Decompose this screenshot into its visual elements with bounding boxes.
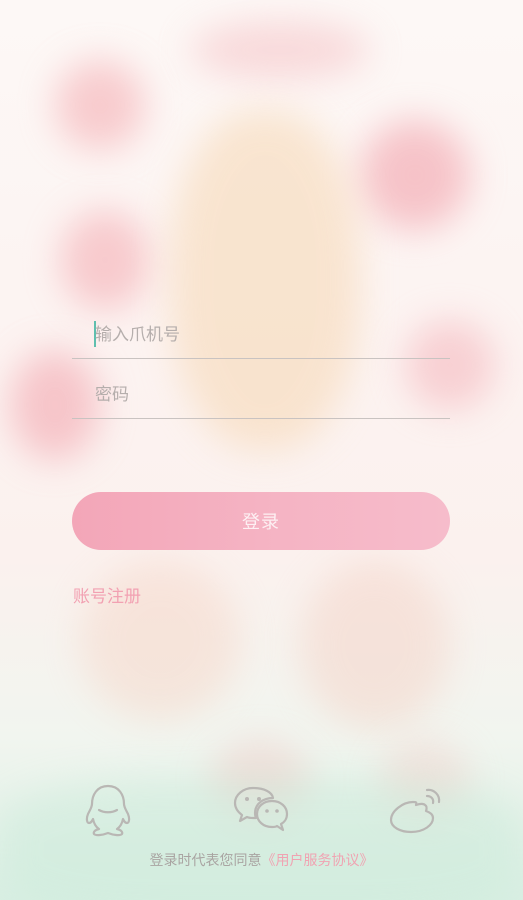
background-blob — [360, 120, 470, 230]
background-blob — [300, 560, 450, 730]
phone-field — [72, 314, 450, 359]
register-link[interactable]: 账号注册 — [73, 582, 141, 607]
blurred-background — [0, 0, 523, 900]
agreement-prefix: 登录时代表您同意 — [149, 853, 262, 869]
password-input[interactable] — [95, 374, 435, 416]
agreement-text: 登录时代表您同意《用户服务协议》 — [0, 850, 523, 870]
phone-input[interactable] — [95, 314, 435, 356]
login-button[interactable]: 登录 — [72, 492, 450, 550]
user-agreement-link[interactable]: 《用户服务协议》 — [262, 853, 374, 869]
qq-login-button[interactable] — [78, 780, 138, 840]
background-blob — [55, 60, 145, 150]
background-blob — [190, 20, 370, 80]
qq-icon — [85, 784, 131, 837]
weibo-login-button[interactable] — [387, 780, 447, 840]
wechat-login-button[interactable] — [231, 780, 291, 840]
background-blob — [60, 210, 150, 310]
password-field — [72, 374, 450, 419]
weibo-icon — [389, 788, 441, 834]
wechat-icon — [233, 786, 289, 832]
